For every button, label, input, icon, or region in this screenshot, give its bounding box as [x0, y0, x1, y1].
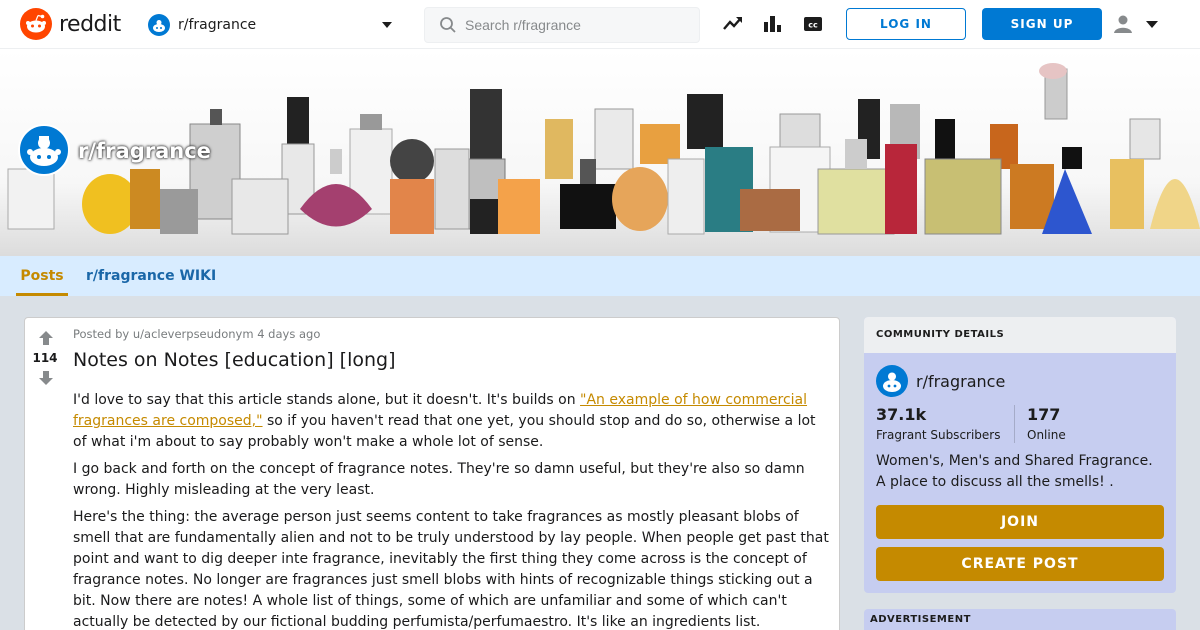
community-nav: Posts r/fragrance WIKI [0, 256, 1200, 296]
advertisement-panel: ADVERTISEMENT [864, 609, 1176, 630]
trending-icon[interactable] [722, 13, 744, 35]
subscribers-label: Fragrant Subscribers [876, 428, 1001, 442]
online-label: Online [1027, 428, 1066, 442]
tab-posts[interactable]: Posts [16, 256, 68, 296]
stats-icon[interactable] [762, 13, 784, 35]
community-details-panel: COMMUNITY DETAILS r/fragrance 37.1k Frag… [864, 317, 1176, 593]
chevron-down-icon [382, 22, 392, 28]
community-avatar-icon [148, 14, 170, 36]
subscribers-count: 37.1k [876, 405, 927, 424]
user-menu[interactable] [1112, 12, 1162, 36]
online-count: 177 [1027, 405, 1061, 424]
top-header: reddit r/fragrance cc LOG IN [0, 0, 1200, 49]
post-paragraph: I go back and forth on the concept of fr… [73, 461, 805, 498]
search-bar[interactable] [424, 7, 700, 43]
stat-divider [1014, 405, 1015, 443]
create-post-button[interactable]: CREATE POST [876, 547, 1164, 581]
post-text: I'd love to say that this article stands… [73, 392, 581, 408]
banner-community-title: r/fragrance [78, 139, 211, 163]
community-banner: r/fragrance [0, 49, 1200, 256]
reddit-logo[interactable]: reddit [20, 8, 121, 40]
sidebar-community[interactable]: r/fragrance [876, 365, 1005, 397]
community-selector[interactable]: r/fragrance [148, 13, 396, 37]
search-icon [440, 17, 456, 33]
vote-count: 114 [32, 351, 58, 365]
community-selector-label: r/fragrance [178, 17, 257, 33]
community-avatar-icon [18, 124, 70, 176]
downvote-icon[interactable] [38, 370, 54, 386]
post-card[interactable]: 114 Posted by u/acleverpseudonym 4 days … [24, 317, 840, 630]
reddit-logo-icon [20, 8, 52, 40]
signup-button[interactable]: SIGN UP [982, 8, 1102, 40]
user-icon [1114, 15, 1132, 33]
post-paragraph: Here's the thing: the average person jus… [73, 509, 829, 630]
post-title[interactable]: Notes on Notes [education] [long] [73, 349, 396, 371]
reddit-wordmark: reddit [59, 11, 121, 37]
join-button[interactable]: JOIN [876, 505, 1164, 539]
post-meta: Posted by u/acleverpseudonym 4 days ago [73, 327, 321, 341]
login-button[interactable]: LOG IN [846, 8, 966, 40]
post-paragraph: I'd love to say that this article stands… [73, 390, 833, 453]
search-input[interactable] [465, 17, 685, 33]
online-stat: 177 Online [1027, 405, 1066, 442]
community-details-header: COMMUNITY DETAILS [864, 317, 1176, 353]
upvote-icon[interactable] [38, 330, 54, 346]
chevron-down-icon [1146, 21, 1158, 28]
subscribers-stat: 37.1k Fragrant Subscribers [876, 405, 1001, 442]
svg-text:cc: cc [808, 21, 818, 30]
tab-wiki[interactable]: r/fragrance WIKI [86, 256, 216, 296]
post-body: I'd love to say that this article stands… [73, 390, 833, 630]
community-avatar-icon [876, 365, 908, 397]
captions-icon[interactable]: cc [802, 13, 824, 35]
community-description: Women's, Men's and Shared Fragrance. A p… [876, 453, 1153, 490]
sidebar-community-name: r/fragrance [916, 371, 1006, 391]
